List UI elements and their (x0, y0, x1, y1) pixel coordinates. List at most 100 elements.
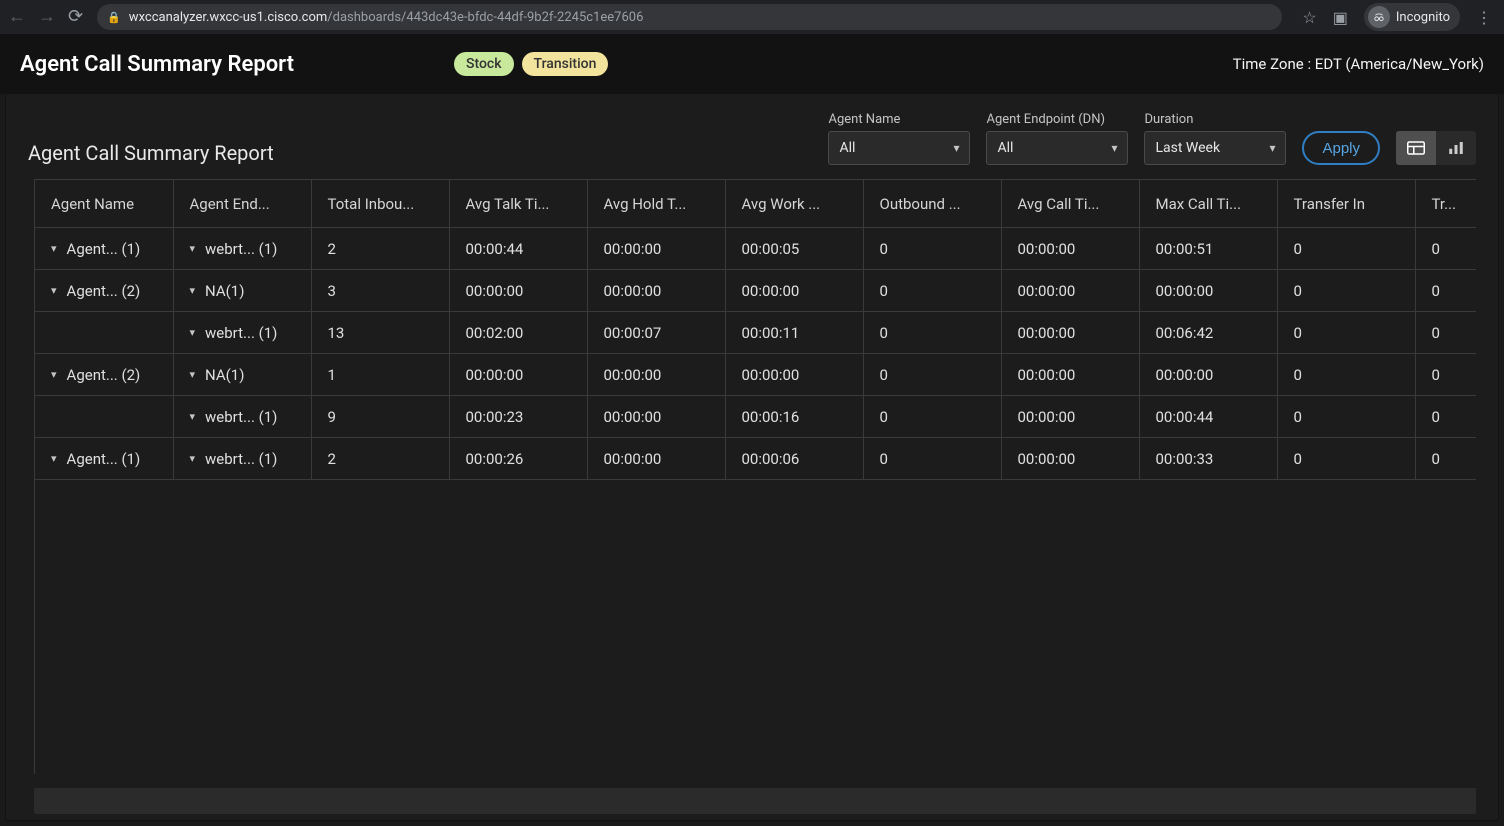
panel-footer-strip (34, 788, 1476, 814)
data-cell: 0 (1277, 354, 1415, 396)
agent-endpoint-text: NA(1) (205, 282, 244, 300)
agent-name-select-value: All (839, 140, 855, 156)
bookmark-icon[interactable]: ☆ (1302, 8, 1316, 27)
agent-endpoint-select[interactable]: All ▾ (986, 131, 1128, 165)
agent-endpoint-cell: ▾webrt... (1) (173, 228, 311, 270)
column-header[interactable]: Agent Name (35, 180, 173, 228)
data-cell: 00:00:00 (1001, 438, 1139, 480)
forward-button[interactable]: → (38, 8, 56, 26)
menu-icon[interactable]: ⋮ (1476, 8, 1492, 27)
agent-endpoint-text: webrt... (1) (205, 324, 277, 342)
data-cell: 00:00:00 (1001, 270, 1139, 312)
agent-endpoint-cell: ▾ webrt... (1) (173, 312, 311, 354)
agent-endpoint-text: webrt... (1) (205, 450, 277, 468)
data-cell: 00:00:26 (449, 438, 587, 480)
apply-button[interactable]: Apply (1302, 131, 1380, 165)
chart-view-button[interactable] (1436, 131, 1476, 165)
data-cell: 00:00:00 (725, 354, 863, 396)
expand-icon[interactable]: ▾ (190, 242, 196, 255)
browser-toolbar: ← → ⟳ 🔒 wxccanalyzer.wxcc-us1.cisco.com/… (0, 0, 1504, 34)
column-header[interactable]: Avg Call Ti... (1001, 180, 1139, 228)
table-row: ▾Agent... (2)▾NA(1)100:00:0000:00:0000:0… (35, 354, 1476, 396)
data-cell: 00:00:00 (449, 270, 587, 312)
page-title: Agent Call Summary Report (20, 52, 294, 77)
data-cell: 00:00:00 (587, 270, 725, 312)
chevron-down-icon: ▾ (1111, 141, 1117, 155)
data-cell: 0 (1277, 312, 1415, 354)
incognito-badge[interactable]: Incognito (1364, 3, 1460, 31)
panel-header: Agent Call Summary Report Agent Name All… (6, 94, 1498, 179)
chevron-down-icon: ▾ (1269, 141, 1275, 155)
table-row: ▾Agent... (1)▾webrt... (1)200:00:2600:00… (35, 438, 1476, 480)
back-button[interactable]: ← (8, 8, 26, 26)
column-header[interactable]: Max Call Ti... (1139, 180, 1277, 228)
agent-endpoint-filter-label: Agent Endpoint (DN) (986, 112, 1128, 127)
report-table: Agent NameAgent End...Total Inbou...Avg … (35, 179, 1476, 480)
incognito-label: Incognito (1396, 10, 1450, 25)
table-container[interactable]: Agent NameAgent End...Total Inbou...Avg … (34, 179, 1476, 774)
data-cell: 0 (1415, 312, 1476, 354)
table-icon (1407, 141, 1425, 155)
column-header[interactable]: Total Inbou... (311, 180, 449, 228)
data-cell: 0 (1277, 270, 1415, 312)
view-toggle (1396, 131, 1476, 165)
stock-pill[interactable]: Stock (454, 52, 514, 76)
column-header[interactable]: Outbound ... (863, 180, 1001, 228)
agent-endpoint-cell: ▾NA(1) (173, 354, 311, 396)
data-cell: 0 (1415, 396, 1476, 438)
data-cell: 00:00:51 (1139, 228, 1277, 270)
duration-select[interactable]: Last Week ▾ (1144, 131, 1286, 165)
incognito-icon (1368, 6, 1390, 28)
agent-name-text: Agent... (1) (67, 450, 141, 468)
reload-button[interactable]: ⟳ (68, 8, 83, 26)
expand-icon[interactable]: ▾ (51, 242, 57, 255)
data-cell: 00:00:00 (1001, 354, 1139, 396)
agent-endpoint-select-value: All (997, 140, 1013, 156)
data-cell: 00:00:00 (587, 228, 725, 270)
column-header[interactable]: Avg Hold T... (587, 180, 725, 228)
agent-name-cell: ▾Agent... (2) (35, 354, 173, 396)
data-cell: 0 (1415, 228, 1476, 270)
agent-name-select[interactable]: All ▾ (828, 131, 970, 165)
transition-pill[interactable]: Transition (522, 52, 609, 76)
data-cell: 00:00:00 (1139, 354, 1277, 396)
column-header[interactable]: Avg Talk Ti... (449, 180, 587, 228)
expand-icon[interactable]: ▾ (190, 284, 196, 297)
expand-icon[interactable]: ▾ (190, 368, 196, 381)
lock-icon: 🔒 (107, 11, 121, 24)
data-cell: 00:06:42 (1139, 312, 1277, 354)
agent-endpoint-cell: ▾webrt... (1) (173, 396, 311, 438)
data-cell: 00:00:11 (725, 312, 863, 354)
agent-name-cell (35, 396, 173, 438)
agent-name-cell (35, 312, 173, 354)
install-icon[interactable]: ▣ (1333, 8, 1348, 27)
address-bar[interactable]: 🔒 wxccanalyzer.wxcc-us1.cisco.com/dashbo… (97, 4, 1282, 30)
data-cell: 00:00:06 (725, 438, 863, 480)
expand-icon[interactable]: ▾ (190, 452, 196, 465)
data-cell: 00:00:00 (587, 396, 725, 438)
data-cell: 0 (863, 354, 1001, 396)
expand-icon[interactable]: ▾ (51, 368, 57, 381)
table-view-button[interactable] (1396, 131, 1436, 165)
agent-name-cell: ▾ Agent... (2) (35, 270, 173, 312)
data-cell: 00:00:44 (449, 228, 587, 270)
table-row: ▾Agent... (1)▾webrt... (1)200:00:4400:00… (35, 228, 1476, 270)
column-header[interactable]: Avg Work ... (725, 180, 863, 228)
data-cell: 00:00:00 (1139, 270, 1277, 312)
expand-icon[interactable]: ▾ (190, 410, 196, 423)
column-header[interactable]: Agent End... (173, 180, 311, 228)
url-path: /dashboards/443dc43e-bfdc-44df-9b2f-2245… (327, 10, 643, 25)
report-panel: Agent Call Summary Report Agent Name All… (6, 94, 1498, 820)
data-cell: 0 (1415, 270, 1476, 312)
column-header[interactable]: Tr... (1415, 180, 1476, 228)
data-cell: 1 (311, 354, 449, 396)
agent-endpoint-cell: ▾ webrt... (1) (173, 438, 311, 480)
expand-icon[interactable]: ▾ (190, 326, 196, 339)
data-cell: 00:00:44 (1139, 396, 1277, 438)
column-header[interactable]: Transfer In (1277, 180, 1415, 228)
agent-name-text: Agent... (2) (67, 282, 141, 300)
expand-icon[interactable]: ▾ (51, 452, 57, 465)
data-cell: 0 (863, 270, 1001, 312)
data-cell: 3 (311, 270, 449, 312)
expand-icon[interactable]: ▾ (51, 284, 57, 297)
